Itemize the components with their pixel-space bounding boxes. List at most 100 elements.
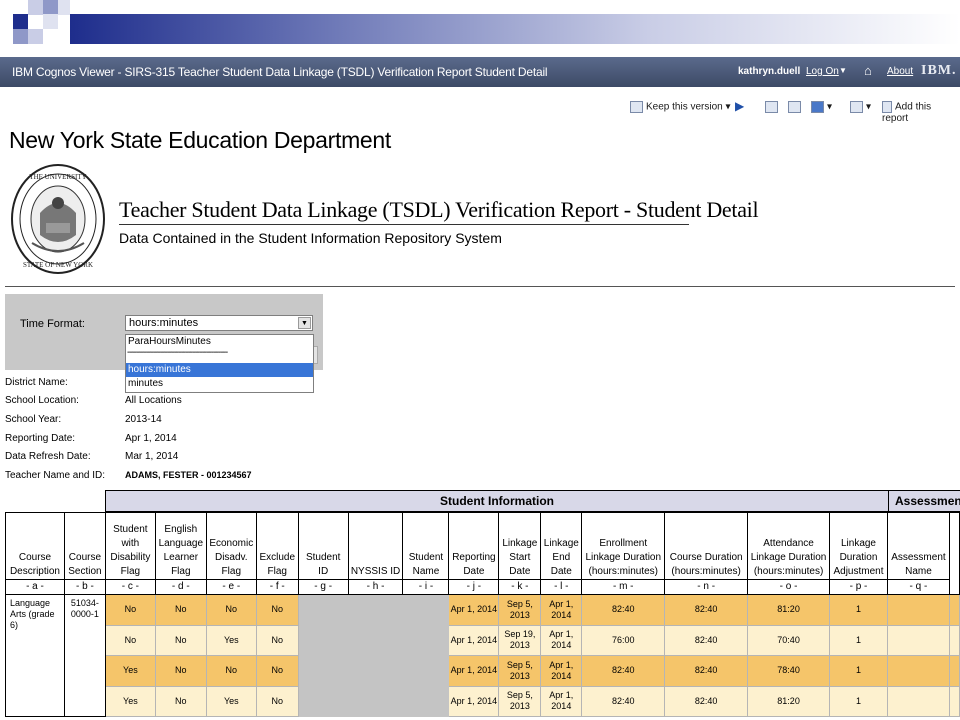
- data-table: Course Description - a - Course Section - b…: [5, 512, 960, 717]
- column-header-label: Linkage Start Date: [502, 538, 538, 577]
- dropdown-option[interactable]: minutes: [126, 377, 313, 391]
- table-cell-e: No: [205, 655, 257, 687]
- table-cell-c: Yes: [104, 655, 156, 687]
- table-cell-j: Apr 1, 2014: [448, 624, 500, 656]
- info-value: 2013-14: [125, 414, 162, 425]
- chevron-down-icon[interactable]: ▼: [839, 66, 847, 75]
- table-cell-m: 76:00: [581, 624, 666, 656]
- info-label: School Location:: [5, 395, 79, 406]
- group-student-info: Student Information: [106, 491, 889, 511]
- column-header: Attendance Linkage Duration (hours:minut…: [747, 512, 831, 595]
- table-cell-q: [886, 685, 950, 717]
- home-icon[interactable]: ⌂: [864, 63, 872, 78]
- column-header-label: Reporting Date: [452, 552, 496, 577]
- column-letter: - m -: [582, 579, 665, 594]
- table-cell-h: [347, 624, 404, 656]
- column-header-label: Student ID: [305, 552, 341, 577]
- drill-down-icon[interactable]: [788, 101, 804, 113]
- table-cell-cut: [948, 594, 960, 626]
- group-assessment: Assessmen: [895, 494, 960, 508]
- table-cell-i: [402, 594, 450, 626]
- table-cell-g: [297, 685, 349, 717]
- drill-up-icon[interactable]: [765, 101, 781, 113]
- chevron-down-icon[interactable]: ▼: [298, 317, 311, 329]
- time-format-label: Time Format:: [20, 318, 85, 330]
- column-letter: - b -: [64, 579, 105, 594]
- column-letter: - p -: [830, 579, 887, 594]
- state-seal-logo: THE UNIVERSITY STATE OF NEW YORK: [11, 164, 105, 274]
- column-header-label: Student with Disability Flag: [110, 524, 151, 577]
- view-format-icon[interactable]: ▾: [850, 101, 871, 113]
- keep-version-label: Keep this version: [646, 101, 723, 113]
- about-link[interactable]: About: [887, 66, 913, 77]
- add-report-button[interactable]: Add this report: [882, 101, 960, 124]
- table-cell-d: No: [154, 655, 207, 687]
- table-cell-p: 1: [829, 655, 888, 687]
- deco-square-mid: [43, 0, 58, 15]
- table-cell-e: No: [205, 594, 257, 626]
- add-icon: [882, 101, 892, 113]
- column-letter: - c -: [105, 579, 155, 594]
- table-cell-m: 82:40: [581, 685, 666, 717]
- column-header-label: English Language Learner Flag: [158, 524, 204, 577]
- table-cell-l: Apr 1, 2014: [540, 655, 583, 687]
- time-format-value: hours:minutes: [129, 317, 199, 329]
- column-header: Student with Disability Flag - c -: [104, 512, 156, 595]
- table-cell-q: [886, 594, 950, 626]
- column-header-label: Assessment Name: [891, 552, 946, 577]
- output-format-icon[interactable]: ▾: [811, 101, 832, 113]
- table-cell-cut: [948, 655, 960, 687]
- teacher-value: ADAMS, FESTER - 001234567: [125, 470, 252, 480]
- table-cell-e: Yes: [205, 685, 257, 717]
- deco-square-light: [28, 0, 43, 15]
- column-header-label: Course Duration (hours:minutes): [669, 552, 743, 577]
- column-header: English Language Learner Flag - d -: [154, 512, 207, 595]
- column-header-label: Student Name: [408, 552, 444, 577]
- column-header-label: NYSSIS ID: [350, 566, 401, 577]
- report-table: Student Information Assessmen Course Des…: [5, 490, 960, 720]
- column-header-label: Linkage End Date: [543, 538, 579, 577]
- table-cell-f: No: [255, 685, 299, 717]
- column-header: Reporting Date - j -: [448, 512, 500, 595]
- column-header-row: Course Description - a - Course Section - b…: [5, 512, 960, 595]
- table-cell-o: 81:20: [747, 685, 831, 717]
- dropdown-option-selected[interactable]: hours:minutes: [126, 363, 313, 377]
- log-on-link[interactable]: Log On: [806, 66, 839, 77]
- table-cell-j: Apr 1, 2014: [448, 594, 500, 626]
- column-header: Course Section - b -: [63, 512, 106, 595]
- course-description-cell: Language Arts (grade 6): [5, 594, 65, 717]
- username: kathryn.duell: [738, 66, 801, 77]
- table-cell-n: 82:40: [664, 594, 749, 626]
- time-format-dropdown: ParaHoursMinutes -----------------------…: [125, 334, 314, 393]
- table-cell-k: Sep 5, 2013: [498, 685, 542, 717]
- column-header: Enrollment Linkage Duration (hours:minut…: [581, 512, 666, 595]
- table-cell-g: [297, 624, 349, 656]
- table-cell-k: Sep 19, 2013: [498, 624, 542, 656]
- table-cell-f: No: [255, 624, 299, 656]
- svg-text:STATE OF NEW YORK: STATE OF NEW YORK: [23, 261, 93, 269]
- info-label: Reporting Date:: [5, 433, 76, 444]
- column-header: Linkage Start Date - k -: [498, 512, 542, 595]
- table-cell-l: Apr 1, 2014: [540, 624, 583, 656]
- info-value: All Locations: [125, 395, 182, 406]
- table-cell-p: 1: [829, 594, 888, 626]
- column-header: Exclude Flag - f -: [255, 512, 299, 595]
- column-header: Economic Disadv. Flag - e -: [205, 512, 257, 595]
- column-letter: - i -: [403, 579, 449, 594]
- run-icon[interactable]: ▶: [735, 99, 744, 113]
- table-cell-j: Apr 1, 2014: [448, 655, 500, 687]
- column-header: Student ID - g -: [297, 512, 349, 595]
- keep-version-button[interactable]: Keep this version ▾: [630, 101, 731, 113]
- table-cell-l: Apr 1, 2014: [540, 594, 583, 626]
- column-letter: - o -: [748, 579, 830, 594]
- save-version-icon: [630, 101, 643, 113]
- dropdown-option[interactable]: ParaHoursMinutes: [126, 335, 313, 349]
- deco-square-light: [28, 29, 43, 44]
- column-header-cut: [948, 512, 960, 595]
- column-letter: - d -: [155, 579, 206, 594]
- table-cell-m: 82:40: [581, 655, 666, 687]
- info-label: District Name:: [5, 377, 68, 388]
- column-header-label: Course Description: [9, 552, 60, 577]
- time-format-select[interactable]: hours:minutes ▼: [125, 315, 313, 331]
- table-cell-i: [402, 624, 450, 656]
